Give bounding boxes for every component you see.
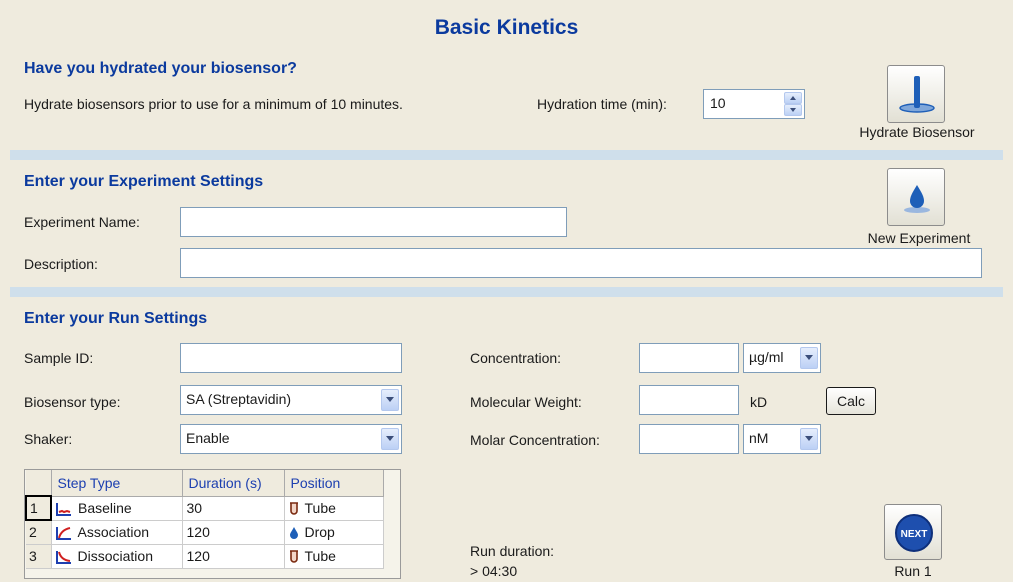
- run-next-button[interactable]: NEXT: [884, 504, 942, 560]
- spin-down-icon[interactable]: [784, 104, 802, 116]
- sample-id-input[interactable]: [180, 343, 402, 373]
- table-row[interactable]: 2 Association 120 Drop: [26, 520, 384, 545]
- hydrate-biosensor-button[interactable]: [887, 65, 945, 123]
- biosensor-type-label: Biosensor type:: [24, 394, 121, 410]
- concentration-label: Concentration:: [470, 350, 562, 366]
- next-icon: NEXT: [895, 514, 933, 552]
- run-duration-label: Run duration:: [470, 543, 555, 559]
- drop-icon: [904, 185, 930, 213]
- biosensor-icon: [899, 76, 935, 113]
- row-number-header: [26, 470, 52, 497]
- duration-cell[interactable]: 120: [182, 520, 285, 545]
- concentration-input[interactable]: [639, 343, 739, 373]
- baseline-icon: [56, 503, 71, 517]
- association-icon: [55, 527, 71, 541]
- hydration-note: Hydrate biosensors prior to use for a mi…: [24, 96, 403, 112]
- table-row[interactable]: 1 Baseline 30 Tube: [25, 495, 384, 521]
- step-type-label: Baseline: [78, 499, 132, 516]
- table-row[interactable]: 3 Dissociation 120 Tube: [26, 544, 384, 569]
- molar-unit-select[interactable]: nM: [743, 424, 821, 454]
- tube-icon: [289, 502, 298, 515]
- position-cell[interactable]: Tube: [284, 496, 384, 521]
- run-duration-value: > 04:30: [470, 563, 518, 579]
- concentration-unit-value: µg/ml: [749, 349, 784, 365]
- column-header-duration[interactable]: Duration (s): [182, 470, 285, 497]
- row-number[interactable]: 1: [25, 495, 52, 521]
- duration-cell[interactable]: 120: [182, 544, 285, 569]
- duration-cell[interactable]: 30: [182, 496, 285, 521]
- next-icon-text: NEXT: [901, 529, 928, 540]
- new-experiment-caption: New Experiment: [867, 230, 971, 246]
- run-button-caption: Run 1: [894, 563, 932, 579]
- drop-icon: [289, 527, 298, 540]
- shaker-select[interactable]: Enable: [180, 424, 402, 454]
- steps-table: Step Type Duration (s) Position 1 Baseli…: [25, 470, 384, 569]
- new-experiment-button[interactable]: [887, 168, 945, 226]
- chevron-down-icon[interactable]: [800, 428, 818, 450]
- shaker-value: Enable: [186, 430, 230, 446]
- page-title: Basic Kinetics: [434, 16, 579, 39]
- section-divider: [10, 287, 1003, 297]
- experiment-name-label: Experiment Name:: [24, 214, 140, 230]
- molecular-weight-label: Molecular Weight:: [470, 394, 582, 410]
- column-header-position[interactable]: Position: [284, 470, 384, 497]
- step-type-label: Dissociation: [77, 547, 153, 564]
- chevron-down-icon[interactable]: [381, 389, 399, 411]
- position-label: Tube: [304, 547, 336, 564]
- hydrate-biosensor-caption: Hydrate Biosensor: [859, 124, 975, 140]
- hydration-time-label: Hydration time (min):: [537, 96, 667, 112]
- step-type-cell[interactable]: Dissociation: [51, 544, 183, 569]
- molar-concentration-label: Molar Concentration:: [470, 432, 600, 448]
- step-type-label: Association: [77, 523, 150, 540]
- dissociation-icon: [55, 551, 71, 565]
- chevron-down-icon[interactable]: [800, 347, 818, 369]
- molecular-weight-input[interactable]: [639, 385, 739, 415]
- position-cell[interactable]: Drop: [284, 520, 384, 545]
- spin-up-icon[interactable]: [784, 92, 802, 104]
- tube-icon: [289, 550, 298, 563]
- position-label: Drop: [304, 523, 335, 540]
- molar-unit-value: nM: [749, 430, 769, 446]
- step-type-cell[interactable]: Baseline: [51, 496, 183, 521]
- molecular-weight-unit: kD: [750, 394, 768, 410]
- steps-grid[interactable]: Step Type Duration (s) Position 1 Baseli…: [24, 469, 401, 579]
- position-label: Tube: [304, 499, 336, 516]
- chevron-down-icon[interactable]: [381, 428, 399, 450]
- calc-button[interactable]: Calc: [826, 387, 876, 415]
- column-header-step-type[interactable]: Step Type: [51, 470, 183, 497]
- hydration-time-value: 10: [710, 95, 726, 111]
- sample-id-label: Sample ID:: [24, 350, 94, 366]
- hydration-time-spinner[interactable]: 10: [703, 89, 805, 119]
- step-type-cell[interactable]: Association: [51, 520, 183, 545]
- concentration-unit-select[interactable]: µg/ml: [743, 343, 821, 373]
- experiment-heading: Enter your Experiment Settings: [24, 173, 264, 190]
- description-label: Description:: [24, 256, 98, 272]
- steps-header-row: Step Type Duration (s) Position: [26, 470, 384, 497]
- section-divider: [10, 150, 1003, 160]
- row-number[interactable]: 3: [26, 544, 52, 569]
- molar-concentration-input[interactable]: [639, 424, 739, 454]
- position-cell[interactable]: Tube: [284, 544, 384, 569]
- biosensor-type-select[interactable]: SA (Streptavidin): [180, 385, 402, 415]
- biosensor-type-value: SA (Streptavidin): [186, 391, 292, 407]
- run-heading: Enter your Run Settings: [24, 310, 208, 327]
- experiment-name-input[interactable]: [180, 207, 567, 237]
- shaker-label: Shaker:: [24, 431, 73, 447]
- hydration-heading: Have you hydrated your biosensor?: [24, 60, 297, 77]
- row-number[interactable]: 2: [26, 520, 52, 545]
- description-input[interactable]: [180, 248, 982, 278]
